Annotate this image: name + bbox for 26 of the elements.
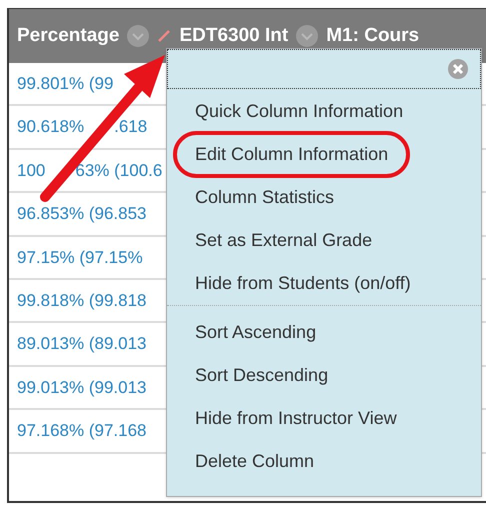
menu-item[interactable]: Hide from Instructor View bbox=[173, 405, 419, 432]
grade-text[interactable]: 99.013% (99.013 bbox=[17, 374, 146, 400]
column-header[interactable]: EDT6300 Int bbox=[179, 22, 288, 50]
grade-text[interactable]: 100 bbox=[17, 158, 46, 184]
menu-item[interactable]: Column Statistics bbox=[173, 184, 356, 211]
grade-text[interactable]: 89.013% (89.013 bbox=[17, 331, 146, 357]
column-header[interactable]: M1: Cours bbox=[326, 22, 420, 50]
menu-item[interactable]: Delete Column bbox=[173, 448, 336, 475]
grade-text[interactable]: 97.168% (97.168 bbox=[17, 418, 146, 444]
grade-text[interactable]: 99.801% (99 bbox=[17, 70, 114, 96]
grade-text[interactable]: 99.818% (99.818 bbox=[17, 288, 146, 314]
chevron-down-icon[interactable] bbox=[127, 25, 150, 47]
menu-item[interactable]: Quick Column Information bbox=[173, 98, 426, 125]
grade-text[interactable]: 97.15% (97.15% bbox=[17, 244, 143, 270]
chevron-down-icon[interactable] bbox=[296, 25, 318, 47]
grade-text[interactable]: .618 bbox=[114, 114, 148, 140]
menu-item[interactable]: Edit Column Information bbox=[173, 131, 410, 178]
grade-text[interactable]: 96.853% (96.853 bbox=[17, 201, 146, 227]
column-header[interactable]: Percentage bbox=[17, 22, 120, 50]
menu-item[interactable]: Sort Ascending bbox=[173, 319, 338, 346]
menu-item[interactable]: Hide from Students (on/off) bbox=[173, 270, 433, 297]
menu-item[interactable]: Set as External Grade bbox=[173, 227, 394, 254]
close-icon[interactable] bbox=[448, 59, 468, 79]
menu-item[interactable]: Sort Descending bbox=[173, 362, 350, 389]
grade-text[interactable]: 63% (100.6 bbox=[75, 158, 162, 184]
grade-text[interactable]: 90.618% bbox=[17, 114, 84, 140]
